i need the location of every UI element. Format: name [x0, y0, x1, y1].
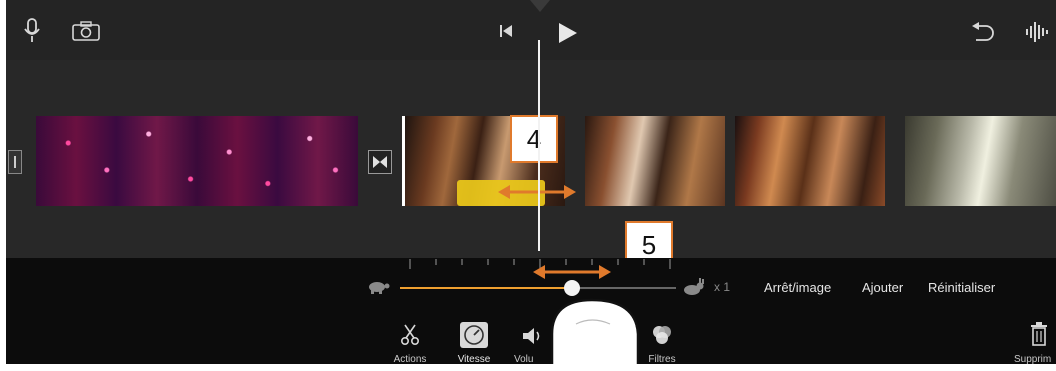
speed-slider-track — [572, 287, 676, 289]
volume-icon[interactable] — [522, 326, 544, 346]
left-trim-handle[interactable] — [8, 150, 22, 174]
freeze-frame-button[interactable]: Arrêt/image — [764, 280, 831, 295]
tool-label-speed: Vitesse — [457, 354, 491, 364]
finger-pointer-illustration — [546, 294, 646, 364]
playhead-marker-icon — [530, 0, 550, 14]
clip-frame-2 — [585, 116, 725, 206]
play-icon[interactable] — [558, 22, 578, 44]
top-toolbar — [6, 0, 1056, 60]
turtle-icon — [366, 280, 390, 294]
filters-icon[interactable] — [650, 324, 674, 346]
speed-slider-track-filled — [400, 287, 572, 289]
audio-waveform-icon[interactable] — [1024, 20, 1052, 44]
speedometer-icon[interactable] — [460, 322, 488, 348]
tool-label-delete: Supprim — [1014, 354, 1052, 364]
camera-icon[interactable] — [72, 21, 100, 41]
transition-icon[interactable] — [368, 150, 392, 174]
video-clip-sparkles[interactable] — [36, 116, 358, 206]
tool-label-volume: Volu — [514, 354, 534, 364]
tool-label-actions: Actions — [393, 354, 427, 364]
speed-panel: x 1 Arrêt/image Ajouter Réinitialiser Ac… — [6, 258, 1056, 364]
drag-range-arrow-icon — [498, 182, 576, 202]
clip-frame-3 — [735, 116, 885, 206]
speed-drag-arrow-icon — [533, 262, 611, 282]
skip-to-start-icon[interactable] — [499, 24, 513, 38]
clip-frame-4 — [905, 116, 1056, 206]
tool-label-filters: Filtres — [648, 354, 676, 364]
reset-button[interactable]: Réinitialiser — [928, 280, 995, 295]
timeline-area[interactable]: 4 5 — [6, 40, 1056, 269]
playhead-line[interactable] — [538, 40, 540, 251]
step-callout-4: 4 — [510, 115, 558, 163]
trash-icon[interactable] — [1030, 322, 1048, 346]
undo-icon[interactable] — [970, 22, 996, 44]
microphone-icon[interactable] — [24, 18, 40, 44]
add-button[interactable]: Ajouter — [862, 280, 903, 295]
imovie-editor-screen: 4 5 x 1 Arrêt/image Ajouter Réinitialise… — [6, 0, 1056, 364]
rabbit-icon — [682, 278, 706, 296]
speed-multiplier: x 1 — [714, 280, 731, 294]
scissors-icon[interactable] — [400, 324, 420, 346]
